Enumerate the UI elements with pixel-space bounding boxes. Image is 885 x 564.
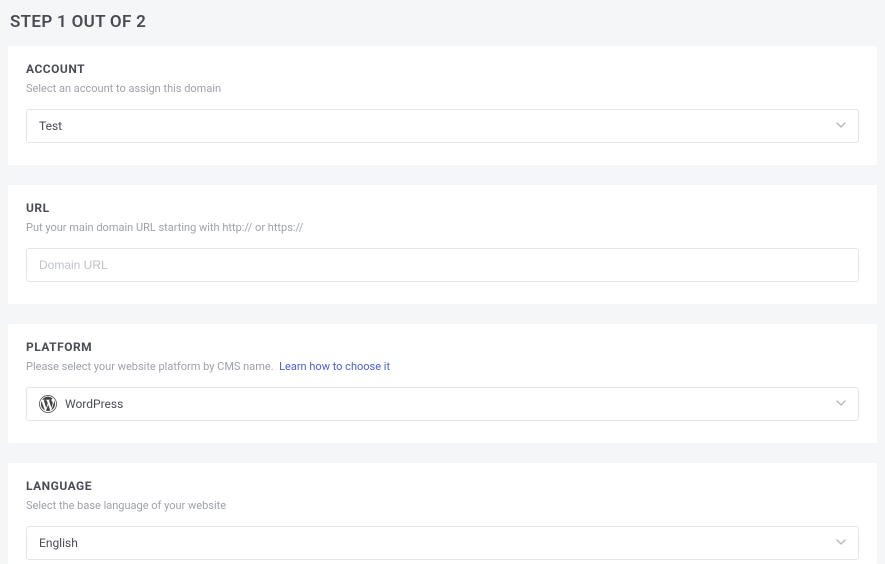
language-select[interactable]: English — [26, 526, 859, 560]
language-card: LANGUAGE Select the base language of you… — [8, 463, 877, 564]
platform-label: PLATFORM — [26, 340, 859, 354]
page-title: STEP 1 OUT OF 2 — [10, 12, 877, 32]
account-select[interactable]: Test — [26, 109, 859, 143]
platform-description: Please select your website platform by C… — [26, 360, 859, 373]
platform-learn-link[interactable]: Learn how to choose it — [279, 360, 390, 373]
account-card: ACCOUNT Select an account to assign this… — [8, 46, 877, 165]
language-selected-value: English — [39, 536, 846, 550]
wordpress-icon — [39, 395, 57, 413]
account-description: Select an account to assign this domain — [26, 82, 859, 95]
url-input[interactable] — [39, 258, 846, 272]
platform-card: PLATFORM Please select your website plat… — [8, 324, 877, 443]
account-selected-value: Test — [39, 119, 846, 133]
url-card: URL Put your main domain URL starting wi… — [8, 185, 877, 304]
platform-selected-value: WordPress — [65, 397, 846, 411]
url-input-wrapper — [26, 248, 859, 282]
platform-select[interactable]: WordPress — [26, 387, 859, 421]
url-description: Put your main domain URL starting with h… — [26, 221, 859, 234]
account-label: ACCOUNT — [26, 62, 859, 76]
language-label: LANGUAGE — [26, 479, 859, 493]
platform-desc-text: Please select your website platform by C… — [26, 360, 274, 373]
language-description: Select the base language of your website — [26, 499, 859, 512]
url-label: URL — [26, 201, 859, 215]
